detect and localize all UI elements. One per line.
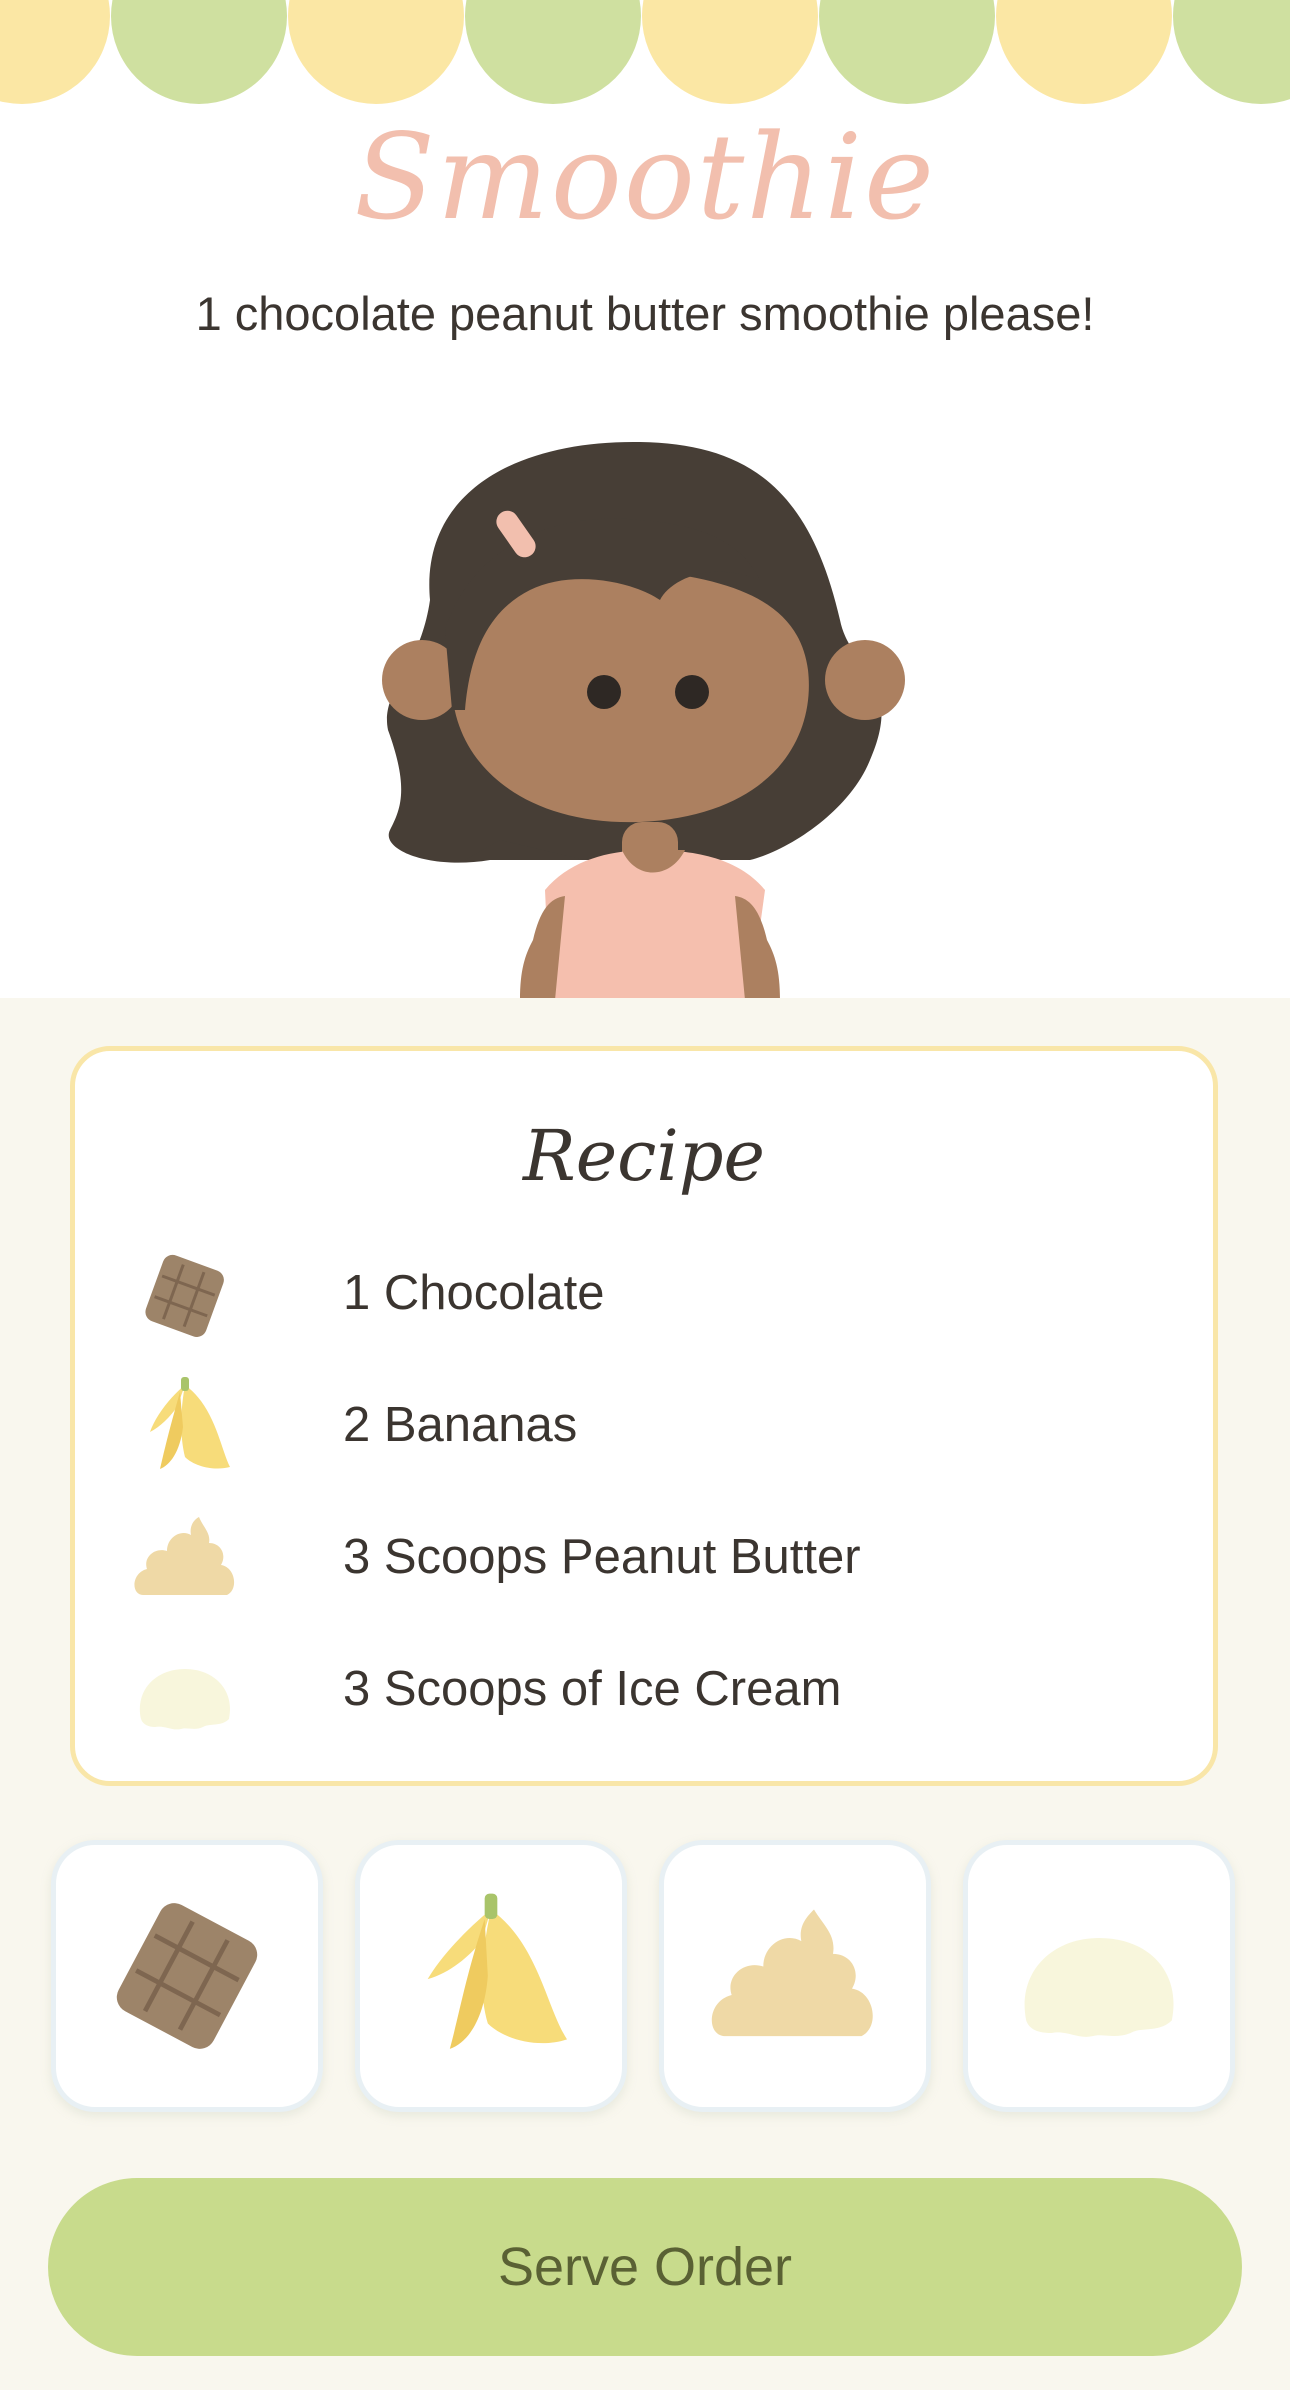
ice-cream-icon [139, 1669, 231, 1730]
ingredient-tile-peanut-butter[interactable] [659, 1840, 931, 2112]
awning-scallop [642, 0, 818, 104]
recipe-item: 3 Scoops of Ice Cream [125, 1631, 1125, 1751]
recipe-card: Recipe 1 Chocolate 2 Bananas 3 Scoops Pe… [70, 1046, 1218, 1786]
recipe-item-label: 3 Scoops of Ice Cream [343, 1662, 842, 1716]
recipe-item-label: 2 Bananas [343, 1398, 578, 1452]
peanut-butter-icon [134, 1517, 235, 1595]
recipe-item: 3 Scoops Peanut Butter [125, 1499, 1125, 1619]
girl-customer-icon [382, 441, 905, 1000]
recipe-item-label: 3 Scoops Peanut Butter [343, 1530, 861, 1584]
ingredient-tile-banana[interactable] [355, 1840, 627, 2112]
awning-scallop [996, 0, 1172, 104]
page-title: Smoothie [354, 108, 936, 246]
order-text: 1 chocolate peanut butter smoothie pleas… [195, 287, 1095, 340]
awning-scallop [1173, 0, 1290, 104]
banana-icon [150, 1377, 230, 1469]
awning-scallop [111, 0, 287, 104]
awning-scallop [0, 0, 110, 104]
awning-scallop [288, 0, 464, 104]
recipe-title: Recipe [523, 1115, 765, 1197]
banana-icon [427, 1893, 567, 2049]
serve-order-button[interactable]: Serve Order [48, 2178, 1242, 2356]
awning-scallop [819, 0, 995, 104]
ingredient-tile-ice-cream[interactable] [963, 1840, 1235, 2112]
recipe-item: 2 Bananas [125, 1367, 1125, 1487]
recipe-item: 1 Chocolate [125, 1235, 1125, 1355]
chocolate-icon [116, 1903, 258, 2049]
peanut-butter-icon [711, 1909, 873, 2037]
awning-header [0, 0, 1290, 104]
ingredient-tile-chocolate[interactable] [51, 1840, 323, 2112]
recipe-item-label: 1 Chocolate [343, 1266, 605, 1320]
awning-scallop [465, 0, 641, 104]
ice-cream-icon [1024, 1938, 1174, 2037]
chocolate-icon [145, 1254, 224, 1337]
